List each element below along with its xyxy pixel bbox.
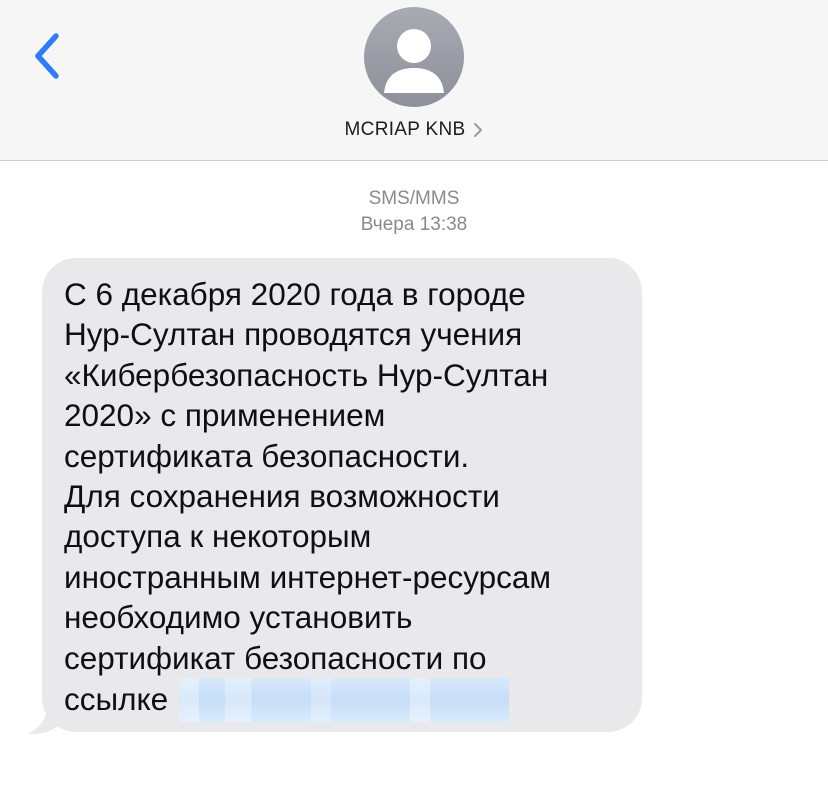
messages-screen: MCRIAP KNB SMS/MMS Вчера 13:38 С 6 декаб…: [0, 0, 828, 785]
contact-avatar[interactable]: [364, 7, 464, 107]
person-silhouette-icon: [384, 29, 444, 93]
contact-name-button[interactable]: MCRIAP KNB: [0, 117, 828, 143]
back-button[interactable]: [26, 30, 70, 82]
chevron-left-icon: [35, 33, 59, 79]
service-label: SMS/MMS: [368, 188, 460, 209]
chevron-right-icon: [474, 123, 483, 137]
redacted-link[interactable]: [178, 678, 509, 723]
message-text-block: С 6 декабря 2020 года в городе Нур-Султа…: [64, 274, 634, 723]
message-text: С 6 декабря 2020 года в городе Нур-Султа…: [64, 276, 552, 718]
message-timestamp: Вчера 13:38: [360, 214, 468, 235]
conversation-header: MCRIAP KNB: [0, 0, 828, 161]
contact-name: MCRIAP KNB: [344, 119, 466, 140]
